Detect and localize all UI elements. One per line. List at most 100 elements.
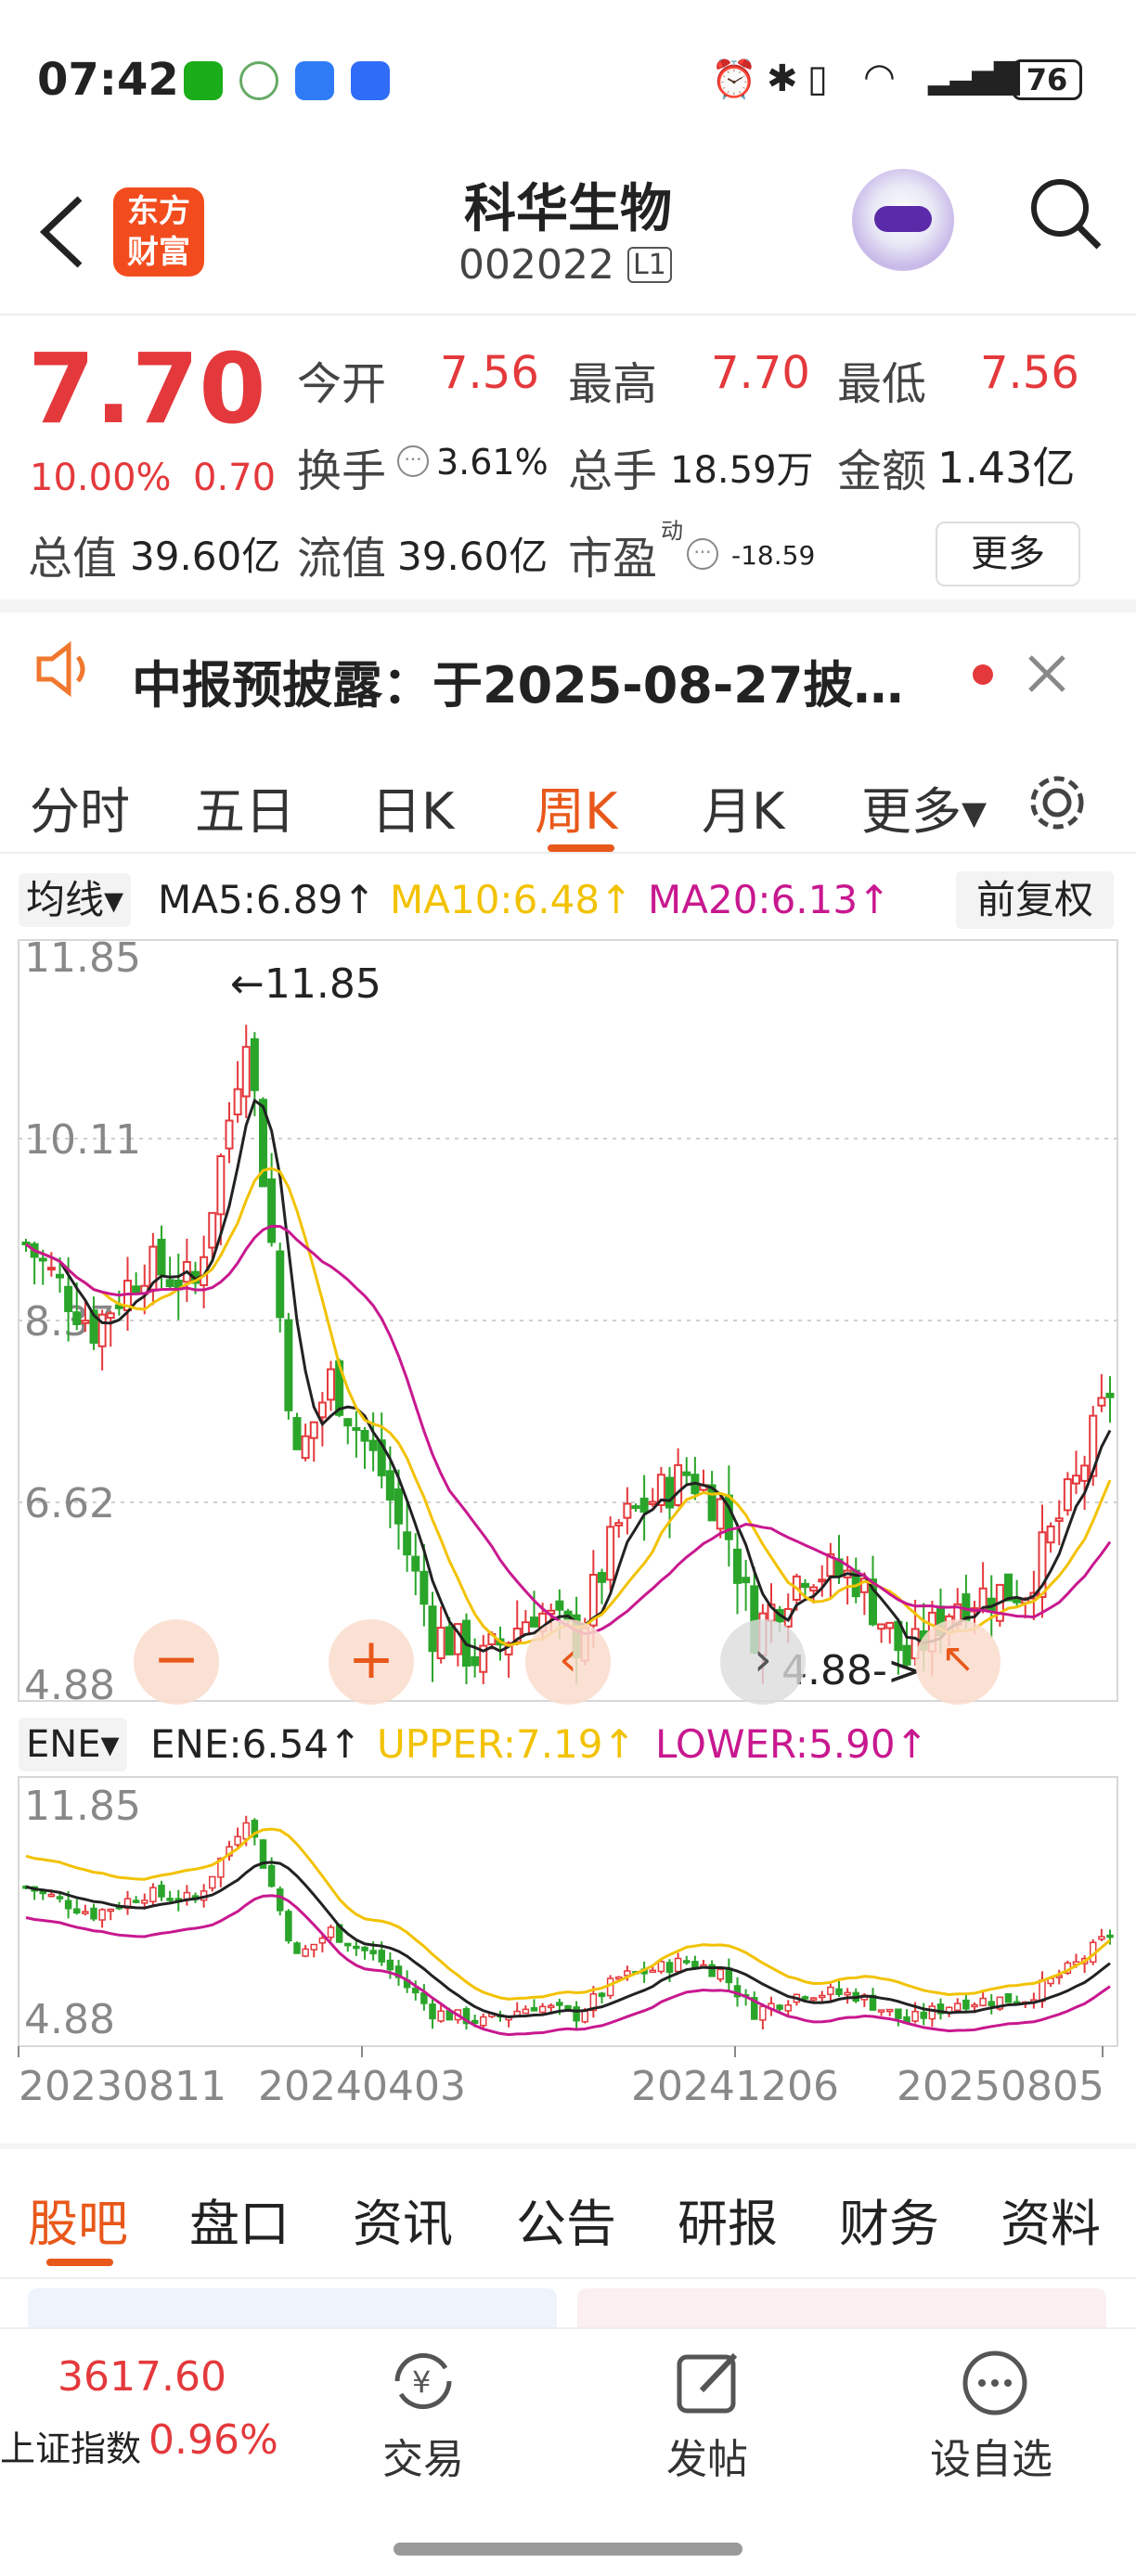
sub-y-tick-label: 4.88 [24, 1996, 115, 2043]
sub-candle-body [784, 2003, 792, 2012]
sub-candle-body [759, 2005, 767, 2021]
info-icon[interactable]: ··· [687, 538, 718, 570]
more-button[interactable]: 更多 [936, 522, 1080, 586]
volume-label: 总手 [568, 445, 658, 497]
sub-candle-body [606, 1977, 614, 1997]
wifi-icon: ◠ [863, 56, 896, 98]
candle-body [385, 1470, 394, 1501]
close-icon[interactable] [1026, 653, 1067, 694]
tab-finance[interactable]: 财务 [839, 2183, 939, 2256]
y-tick-label: 11.85 [24, 934, 141, 982]
index-name[interactable]: 上证指数 [0, 2420, 141, 2471]
sub-candle-body [318, 1937, 327, 1944]
tab-announcements[interactable]: 公告 [516, 2183, 616, 2256]
candle-body [241, 1046, 251, 1098]
sub-candle-body [979, 1997, 987, 2006]
ma5-line [25, 1098, 1112, 1653]
info-icon[interactable]: ··· [397, 445, 429, 477]
candle-body [56, 1273, 64, 1279]
trade-icon[interactable]: ¥ [384, 2348, 462, 2415]
index-pct[interactable]: 0.96% [148, 2416, 278, 2464]
battery-icon: 76 [1012, 59, 1082, 100]
sub-candle-body [886, 2008, 894, 2013]
tab-weekly-k[interactable]: 周K [535, 770, 617, 844]
tab-5day[interactable]: 五日 [195, 770, 295, 844]
candle-body [436, 1627, 445, 1659]
sub-candle-body [353, 1945, 360, 1950]
sub-candle-body [564, 2004, 572, 2010]
reset-view-button[interactable]: ↖ [915, 1619, 1000, 1705]
sub-candle-body [548, 2004, 555, 2009]
candle-body [716, 1498, 725, 1530]
kline-svg[interactable]: 11.8510.118.376.624.8811.854.88←11.854.8… [0, 858, 1136, 2144]
candle-body [614, 1522, 624, 1526]
x-tick-label: 20240403 [258, 2063, 466, 2110]
zoom-in-button[interactable]: + [329, 1619, 414, 1705]
card-peek-left [28, 2288, 557, 2327]
sub-candle-body [47, 1893, 56, 1898]
candle-body [64, 1285, 73, 1312]
candle-body [801, 1582, 809, 1589]
tab-monthly-k[interactable]: 月K [702, 770, 784, 844]
notice-bar[interactable]: 中报预披露：于2025-08-27披… [0, 599, 1136, 731]
sub-candle-body [895, 2008, 902, 2019]
sub-candle-body [480, 2016, 487, 2027]
index-value[interactable]: 3617.60 [58, 2353, 226, 2401]
add-favorite-label[interactable]: 设自选 [930, 2426, 1052, 2485]
robot-avatar-icon[interactable] [852, 169, 954, 271]
sub-candle-body [649, 1969, 656, 1974]
tab-research[interactable]: 研报 [678, 2183, 778, 2256]
tab-news[interactable]: 资讯 [353, 2183, 453, 2256]
sub-candle-body [378, 1950, 385, 1963]
open-label: 今开 [297, 358, 387, 410]
high-label: 最高 [568, 358, 658, 410]
more-circle-icon[interactable] [960, 2348, 1030, 2418]
active-tab-indicator [548, 844, 614, 852]
sub-candle-body [1106, 1934, 1114, 1938]
x-tick-label: 20230811 [19, 2063, 226, 2110]
sub-candle-body [149, 1887, 157, 1902]
tab-pankou[interactable]: 盘口 [189, 2183, 290, 2256]
scroll-left-button[interactable]: ‹ [525, 1619, 611, 1705]
zoom-out-button[interactable]: − [134, 1619, 219, 1705]
candle-body [46, 1267, 56, 1271]
sub-candle-body [776, 2004, 783, 2010]
tab-daily-k[interactable]: 日K [371, 770, 454, 844]
gear-icon[interactable] [1025, 770, 1090, 835]
sub-candle-body [665, 1962, 674, 1974]
low-value: 7.56 [980, 347, 1079, 399]
sub-candle-body [158, 1885, 165, 1898]
candle-body [368, 1439, 378, 1451]
sub-candle-body [361, 1946, 368, 1951]
sub-candle-body [369, 1950, 377, 1955]
sub-candle-body [234, 1835, 241, 1846]
post-label[interactable]: 发帖 [666, 2426, 748, 2485]
tab-intraday[interactable]: 分时 [30, 770, 130, 844]
ma20-line [25, 1224, 1112, 1636]
search-icon[interactable] [1026, 174, 1104, 252]
trade-label[interactable]: 交易 [382, 2426, 464, 2485]
candle-body [208, 1212, 217, 1249]
turnover-label: 换手 [297, 445, 387, 497]
scroll-right-button[interactable]: › [720, 1619, 806, 1705]
candle-body [132, 1285, 141, 1294]
tab-more[interactable]: 更多▾ [861, 770, 987, 844]
pe-label: 市盈 [568, 533, 658, 585]
candle-body [292, 1417, 302, 1450]
candle-body [411, 1555, 420, 1572]
candle-body [445, 1626, 454, 1655]
vibrate-icon: ▯ [807, 58, 829, 100]
sub-candle-body [209, 1875, 216, 1889]
ene-upper-line [25, 1827, 1111, 2001]
tab-profile[interactable]: 资料 [1000, 2183, 1101, 2256]
tab-guba[interactable]: 股吧 [28, 2183, 128, 2256]
candle-body [233, 1088, 242, 1115]
ene-selector[interactable]: ENE▾ [19, 1718, 127, 1771]
speaker-icon [36, 640, 85, 698]
y-tick-label: 4.88 [24, 1662, 115, 1709]
sub-candle-body [183, 1891, 191, 1900]
y-tick-label: 10.11 [24, 1116, 141, 1164]
candle-body [1105, 1392, 1115, 1398]
candle-body [317, 1401, 327, 1419]
post-icon[interactable] [674, 2348, 744, 2418]
